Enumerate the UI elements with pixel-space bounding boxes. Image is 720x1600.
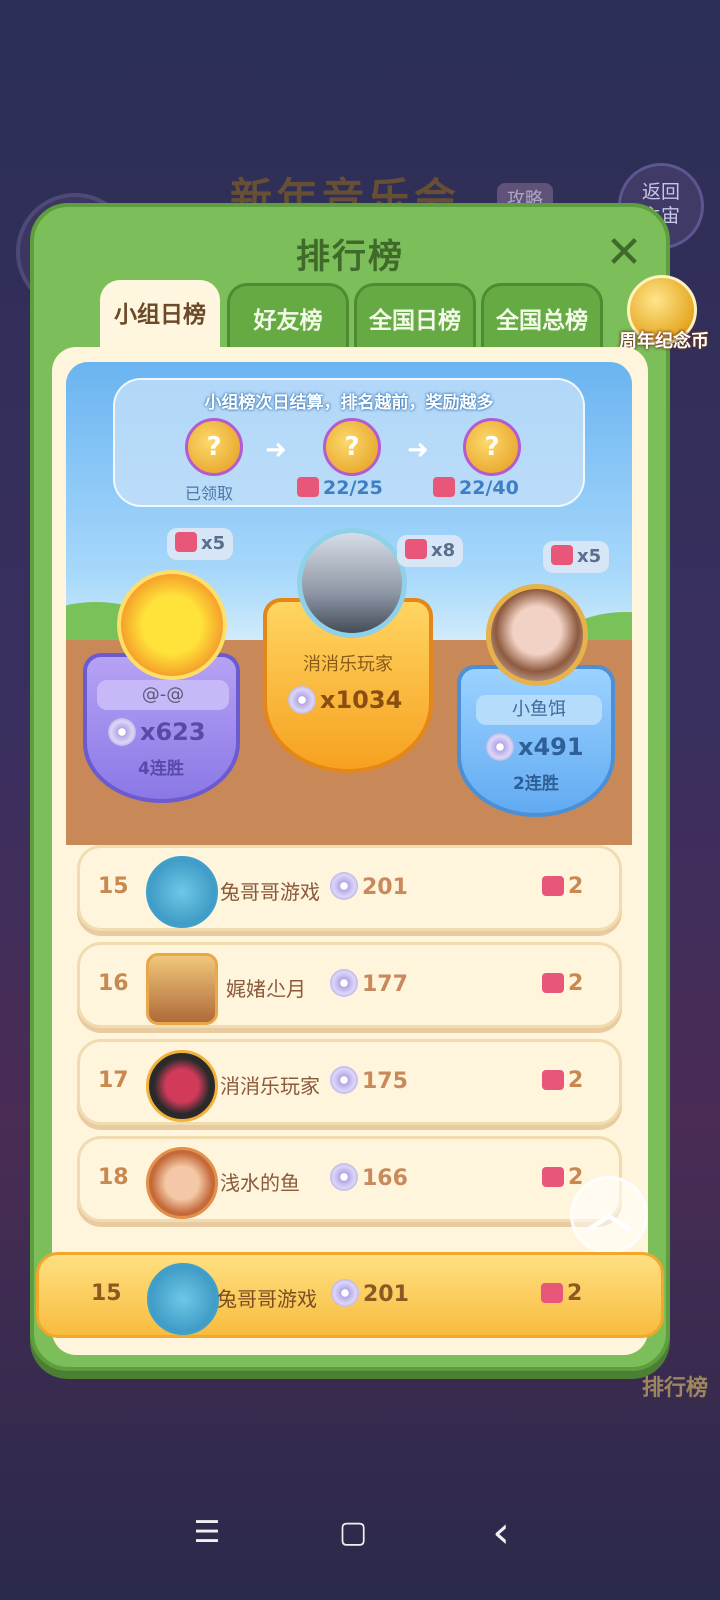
disc-icon: [330, 872, 358, 900]
tab-friends[interactable]: 好友榜: [227, 283, 349, 349]
avatar[interactable]: [146, 953, 218, 1025]
player-score: 201: [330, 872, 408, 900]
player-score: 201: [331, 1279, 409, 1307]
puzzle-piece-icon: [542, 1167, 564, 1187]
avatar[interactable]: [147, 1263, 219, 1335]
reward-info-box: 小组榜次日结算，排名越前，奖励越多 ? ➜ ? ➜ ? 已领取 22/25 22…: [113, 378, 585, 507]
tab-group-daily[interactable]: 小组日榜: [100, 280, 220, 352]
player-name: @-@: [97, 680, 229, 710]
reward-chest-icon[interactable]: ?: [323, 418, 381, 476]
table-row[interactable]: 16 娓媎尐月 177 2: [77, 942, 622, 1028]
back-icon[interactable]: ‹: [476, 1508, 526, 1558]
tab-national-daily[interactable]: 全国日榜: [354, 283, 476, 349]
system-nav-bar: ☰ ▢ ‹: [0, 1470, 720, 1600]
reward-chest-icon[interactable]: ?: [185, 418, 243, 476]
reward-progress-2: 22/40: [433, 477, 519, 499]
reward-headline: 小组榜次日结算，排名越前，奖励越多: [204, 393, 494, 413]
puzzle-count-bubble: x5: [167, 528, 234, 560]
arrow-right-icon: ➜: [265, 435, 287, 465]
puzzle-piece-icon: [175, 532, 197, 552]
table-row[interactable]: 15 兔哥哥游戏 201 2: [77, 845, 622, 931]
claimed-label: 已领取: [185, 484, 234, 503]
reward-progress-1: 22/25: [297, 477, 383, 499]
disc-icon: [486, 733, 514, 761]
win-streak: 2连胜: [513, 774, 559, 794]
scroll-up-button[interactable]: ︿: [570, 1176, 648, 1254]
puzzle-count: 2: [541, 1281, 582, 1306]
avatar[interactable]: [486, 584, 588, 686]
home-icon[interactable]: ▢: [328, 1508, 378, 1558]
puzzle-count-bubble: x5: [543, 541, 610, 573]
puzzle-piece-icon: [405, 539, 427, 559]
player-score: x623: [108, 718, 206, 746]
menu-icon[interactable]: ☰: [182, 1508, 232, 1558]
player-name: 消消乐玩家: [303, 654, 393, 675]
player-name: 兔哥哥游戏: [220, 880, 320, 904]
puzzle-count: 2: [542, 1165, 583, 1190]
puzzle-count: 2: [542, 874, 583, 899]
table-row[interactable]: 18 浅水的鱼 166 2: [77, 1136, 622, 1222]
player-name: 浅水的鱼: [220, 1171, 300, 1195]
rank-number: 18: [98, 1165, 129, 1190]
puzzle-piece-icon: [542, 1070, 564, 1090]
player-score: 175: [330, 1066, 408, 1094]
avatar[interactable]: [297, 528, 407, 638]
puzzle-count: 2: [542, 1068, 583, 1093]
puzzle-piece-icon: [551, 545, 573, 565]
player-name: 娓媎尐月: [226, 977, 306, 1001]
puzzle-count: 2: [542, 971, 583, 996]
my-rank-row[interactable]: 15 兔哥哥游戏 201 2: [36, 1252, 664, 1338]
player-name: 兔哥哥游戏: [217, 1287, 317, 1311]
rank-number: 17: [98, 1068, 129, 1093]
win-streak: 4连胜: [138, 759, 184, 779]
anniversary-coin-button[interactable]: 周年纪念币: [617, 275, 709, 355]
player-name: 小鱼饵: [476, 695, 602, 725]
puzzle-count-bubble: x8: [397, 535, 464, 567]
disc-icon: [288, 686, 316, 714]
rank-number: 15: [91, 1281, 122, 1306]
puzzle-piece-icon: [542, 876, 564, 896]
player-score: 166: [330, 1163, 408, 1191]
avatar[interactable]: [117, 570, 227, 680]
disc-icon: [331, 1279, 359, 1307]
bg-rank-label: 排行榜: [642, 1376, 709, 1401]
player-score: x491: [486, 733, 584, 761]
arrow-right-icon: ➜: [407, 435, 429, 465]
rank-number: 16: [98, 971, 129, 996]
puzzle-piece-icon: [542, 973, 564, 993]
disc-icon: [108, 718, 136, 746]
puzzle-piece-icon: [433, 477, 455, 497]
disc-icon: [330, 969, 358, 997]
tab-national-total[interactable]: 全国总榜: [481, 283, 603, 349]
player-name: 消消乐玩家: [220, 1074, 320, 1098]
reward-chest-icon[interactable]: ?: [463, 418, 521, 476]
disc-icon: [330, 1066, 358, 1094]
rank-number: 15: [98, 874, 129, 899]
table-row[interactable]: 17 消消乐玩家 175 2: [77, 1039, 622, 1125]
disc-icon: [330, 1163, 358, 1191]
close-icon[interactable]: ✕: [602, 231, 646, 275]
player-score: x1034: [288, 686, 402, 714]
panel-title: 排行榜: [296, 237, 404, 277]
puzzle-piece-icon: [541, 1283, 563, 1303]
avatar[interactable]: [146, 1050, 218, 1122]
puzzle-piece-icon: [297, 477, 319, 497]
player-score: 177: [330, 969, 408, 997]
avatar[interactable]: [146, 856, 218, 928]
avatar[interactable]: [146, 1147, 218, 1219]
